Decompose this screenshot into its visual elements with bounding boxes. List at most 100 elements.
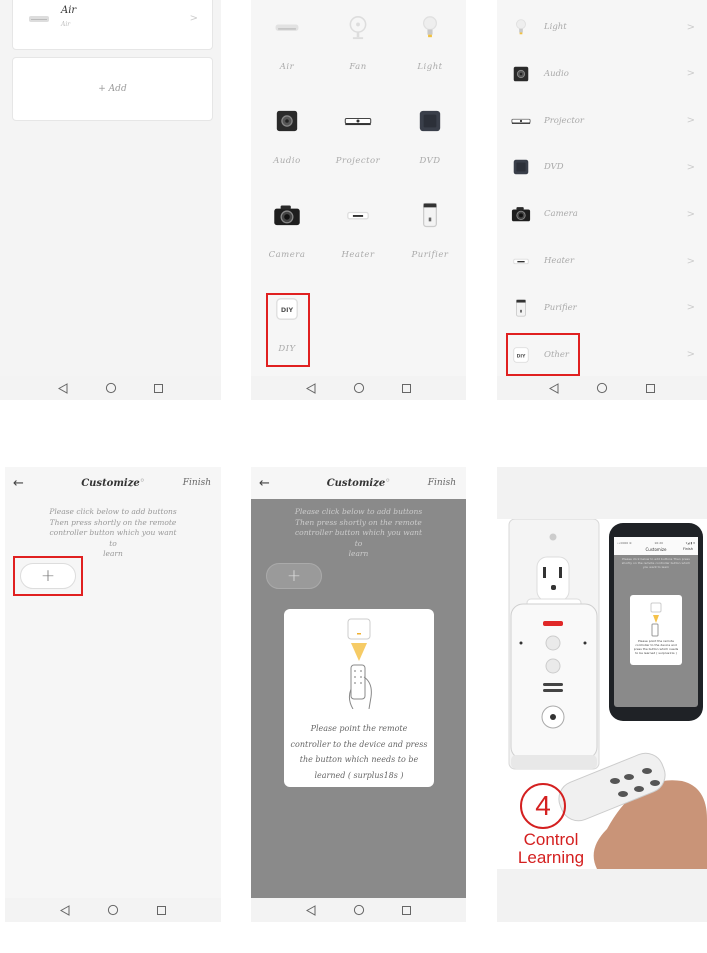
list-item-label: Camera xyxy=(544,209,578,220)
device-type-label: DVD xyxy=(419,156,441,166)
android-nav-bar xyxy=(251,376,466,400)
device-type-light[interactable]: Light xyxy=(394,16,466,72)
device-type-camera[interactable]: Camera xyxy=(251,204,323,260)
air-conditioner-icon xyxy=(29,16,49,22)
device-type-fan[interactable]: Fan xyxy=(322,16,394,72)
home-circle-icon[interactable] xyxy=(106,903,120,917)
device-type-diy[interactable]: DIY DIY xyxy=(251,298,323,354)
chevron-right-icon: > xyxy=(686,349,695,361)
chevron-right-icon: > xyxy=(189,13,198,24)
back-triangle-icon[interactable] xyxy=(547,381,561,395)
recents-square-icon[interactable] xyxy=(643,381,657,395)
title-dot: ° xyxy=(385,477,391,489)
list-item-label: Other xyxy=(544,349,569,360)
home-circle-icon[interactable] xyxy=(595,381,609,395)
device-type-dvd[interactable]: DVD xyxy=(394,110,466,166)
device-type-list-screen: Light > Audio > Projector > DVD > Camera > Heater >… xyxy=(497,0,707,400)
device-type-label: DIY xyxy=(278,344,296,354)
chevron-right-icon: > xyxy=(686,255,695,267)
chevron-right-icon: > xyxy=(686,115,695,127)
camera-icon xyxy=(273,204,301,226)
home-circle-icon[interactable] xyxy=(352,903,366,917)
light-bulb-icon xyxy=(416,16,444,38)
purifier-icon xyxy=(416,202,444,228)
device-card-air[interactable]: Air Air > xyxy=(12,0,213,50)
recents-square-icon[interactable] xyxy=(154,903,168,917)
android-nav-bar xyxy=(5,898,221,922)
list-item-other[interactable]: DIY Other > xyxy=(497,332,707,378)
add-device-label: + Add xyxy=(98,84,127,94)
android-nav-bar xyxy=(497,376,707,400)
phone-status-bar: ••0000 ≋ 16:20 ▾◢ ▮ 8 xyxy=(614,541,698,545)
air-conditioner-icon xyxy=(273,16,301,38)
device-name: Air xyxy=(61,5,77,16)
recents-square-icon[interactable] xyxy=(400,903,414,917)
device-type-projector[interactable]: Projector xyxy=(322,110,394,166)
device-type-heater[interactable]: Heater xyxy=(322,204,394,260)
device-type-air[interactable]: Air xyxy=(251,16,323,72)
list-item-audio[interactable]: Audio > xyxy=(497,51,707,97)
purifier-icon xyxy=(511,299,531,317)
back-triangle-icon[interactable] xyxy=(56,381,70,395)
instruction-line: Then press shortly on the remote xyxy=(49,517,177,527)
list-item-light[interactable]: Light > xyxy=(497,4,707,50)
device-type-label: Heater xyxy=(341,250,375,260)
product-illustration: ••0000 ≋ 16:20 ▾◢ ▮ 8 Customize Finish P… xyxy=(497,467,707,922)
list-item-purifier[interactable]: Purifier > xyxy=(497,285,707,331)
back-triangle-icon[interactable] xyxy=(304,381,318,395)
list-item-heater[interactable]: Heater > xyxy=(497,238,707,284)
customize-top-bar: ← Customize° Finish xyxy=(5,467,221,499)
home-circle-icon[interactable] xyxy=(352,381,366,395)
instruction-line: learn xyxy=(348,549,369,558)
customize-top-bar: ← Customize° Finish xyxy=(251,467,466,499)
dialog-line: the button which needs to be xyxy=(299,755,419,764)
svg-text:DIY: DIY xyxy=(281,307,294,314)
diy-icon: DIY xyxy=(273,298,301,320)
add-button[interactable]: + xyxy=(20,563,76,589)
phone-status-left: ••0000 ≋ xyxy=(617,541,632,545)
list-item-label: Audio xyxy=(544,68,569,79)
device-type-label: Light xyxy=(417,62,443,72)
device-type-audio[interactable]: Audio xyxy=(251,110,323,166)
heater-icon xyxy=(344,204,372,226)
add-button: + xyxy=(266,563,322,589)
back-triangle-icon[interactable] xyxy=(58,903,72,917)
device-type-purifier[interactable]: Purifier xyxy=(394,202,466,260)
fan-icon xyxy=(344,16,372,40)
list-item-dvd[interactable]: DVD > xyxy=(497,144,707,190)
phone-status-right: ▾◢ ▮ 8 xyxy=(685,541,695,545)
dialog-message: Please point the remote controller to th… xyxy=(284,721,434,783)
device-type-label: Purifier xyxy=(411,250,449,260)
home-circle-icon[interactable] xyxy=(104,381,118,395)
add-device-button[interactable]: + Add xyxy=(12,57,213,121)
step-number-badge: 4 xyxy=(520,783,566,829)
learning-dialog-screen: ← Customize° Finish Please click below t… xyxy=(251,467,466,922)
list-item-camera[interactable]: Camera > xyxy=(497,191,707,237)
finish-button[interactable]: Finish xyxy=(428,478,456,488)
diy-icon: DIY xyxy=(511,346,531,364)
caption-line-1: Control xyxy=(523,830,579,849)
instructions-text: Please click below to add buttons Then p… xyxy=(251,507,466,560)
caption-line-2: Learning xyxy=(517,848,585,867)
projector-icon xyxy=(511,112,531,130)
phone-dialog-text: Please point the remote controller to th… xyxy=(633,639,679,655)
customize-screen: ← Customize° Finish Please click below t… xyxy=(5,467,221,922)
instructions-text: Please click below to add buttons Then p… xyxy=(5,507,221,560)
list-item-projector[interactable]: Projector > xyxy=(497,98,707,144)
recents-square-icon[interactable] xyxy=(400,381,414,395)
instruction-line: controller button which you want to xyxy=(49,528,177,548)
instruction-line: Please click below to add buttons xyxy=(49,507,177,516)
list-item-label: DVD xyxy=(544,162,564,173)
chevron-right-icon: > xyxy=(686,208,695,220)
phone-status-time: 16:20 xyxy=(654,541,664,545)
list-item-label: Light xyxy=(544,22,567,32)
device-subtitle: Air xyxy=(61,21,71,28)
heater-icon xyxy=(511,252,531,270)
recents-square-icon[interactable] xyxy=(152,381,166,395)
instruction-line: Please click below to add buttons xyxy=(294,507,423,516)
finish-button[interactable]: Finish xyxy=(183,478,211,488)
dvd-icon xyxy=(511,158,531,176)
list-item-label: Purifier xyxy=(544,302,577,313)
back-triangle-icon[interactable] xyxy=(304,903,318,917)
audio-speaker-icon xyxy=(273,110,301,132)
